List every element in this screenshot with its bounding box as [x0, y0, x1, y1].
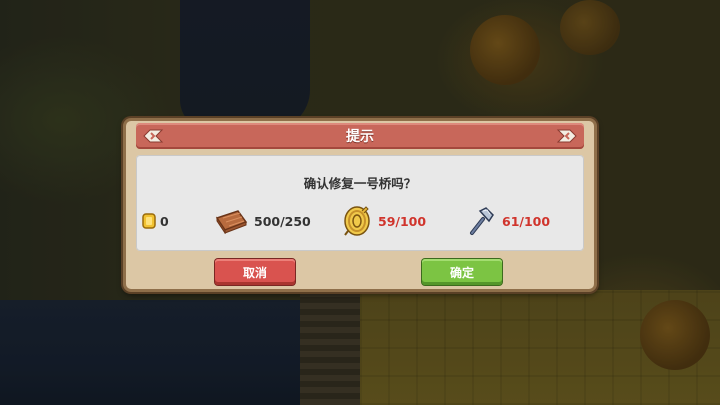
rope-icon: [344, 206, 370, 236]
confirm-repair-dialog: 提示 确认修复一号桥吗？ 0 500/250 59/100 61/100 取消 …: [123, 118, 597, 292]
resource-gold: 0: [142, 203, 169, 239]
wood-plank-icon: [215, 210, 248, 234]
confirm-button[interactable]: 确定: [422, 259, 502, 285]
hammer-amount: 61/100: [502, 213, 551, 229]
dialog-content-panel: 确认修复一号桥吗？ 0 500/250 59/100 61/100: [136, 155, 584, 251]
resource-cost-row: 0 500/250 59/100 61/100: [136, 203, 584, 239]
dialog-header: 提示: [136, 123, 584, 149]
resource-wood: 500/250: [214, 203, 311, 239]
ribbon-arrow-icon: [556, 129, 577, 143]
hammer-icon: [470, 207, 494, 235]
dialog-title: 提示: [346, 129, 374, 145]
gold-coin-icon: [142, 213, 156, 229]
gold-amount: 0: [160, 213, 169, 229]
ribbon-arrow-icon: [143, 129, 164, 143]
cancel-button[interactable]: 取消: [215, 259, 295, 285]
resource-hammer: 61/100: [466, 203, 550, 239]
confirm-question: 确认修复一号桥吗？: [303, 176, 417, 191]
resource-rope: 59/100: [342, 203, 426, 239]
rope-amount: 59/100: [378, 213, 427, 229]
wood-amount: 500/250: [254, 213, 311, 229]
